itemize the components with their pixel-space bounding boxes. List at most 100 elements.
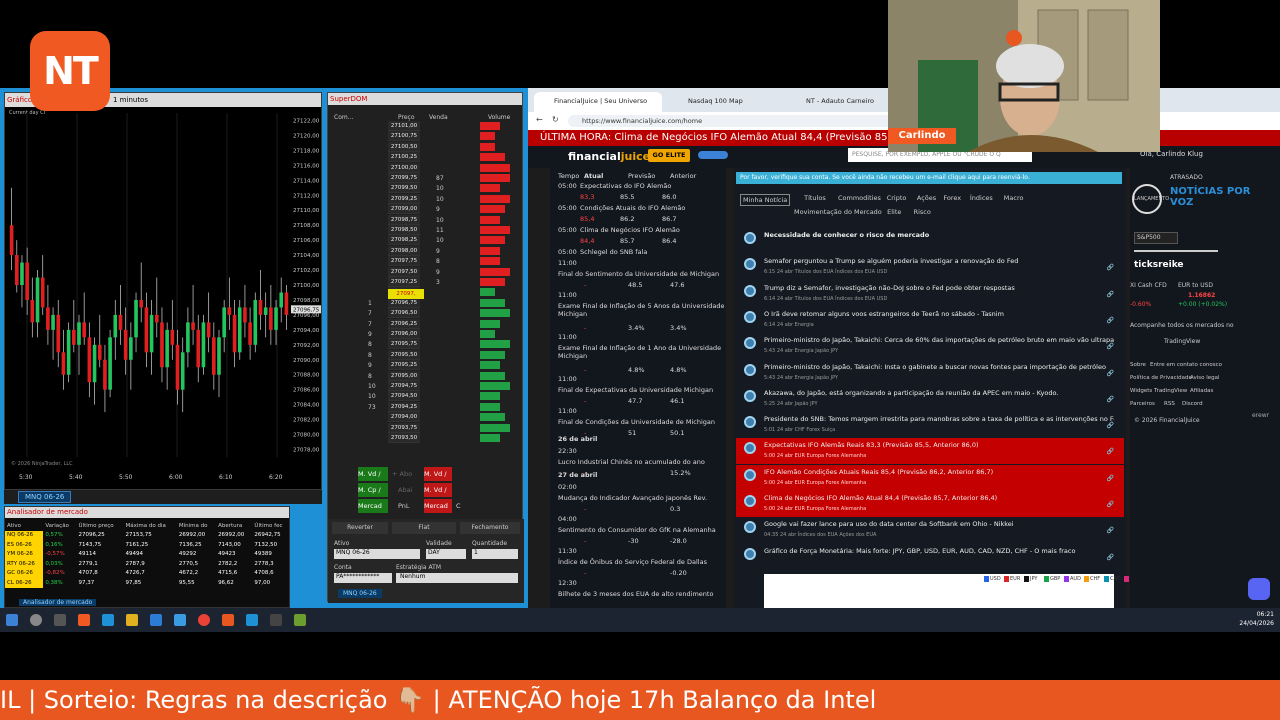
dom-sell-cell[interactable]: 9 [436,206,440,213]
verify-account-banner[interactable]: Por favor, verifique sua conta. Se você … [736,172,1122,184]
news-title[interactable]: Gráfico de Força Monetária: Mais forte: … [764,547,1114,555]
analyzer-header[interactable]: Variação [43,521,76,531]
news-item[interactable]: Google vai fazer lance para uso do data … [736,517,1124,543]
dom-price-cell[interactable]: 27098,75 [388,214,420,225]
link-icon[interactable]: 🔗 [1107,317,1114,324]
dom-buy-cell[interactable]: 1 [368,300,372,307]
dom-sell-cell[interactable]: 9 [436,248,440,255]
dom-sell-cell[interactable]: 10 [436,185,444,192]
dom-price-cell[interactable]: 27097,75 [388,256,420,267]
news-tab[interactable]: Ações [917,194,936,202]
news-tab[interactable]: Movimentação do Mercado [794,208,882,216]
store-icon[interactable] [174,614,186,626]
link-icon[interactable]: 🔗 [1107,448,1114,455]
news-tab[interactable]: Minha Notícia [740,194,791,206]
symbol-select[interactable]: S&P500 [1134,232,1178,244]
analyzer-header[interactable]: Último fec [252,521,291,531]
analyzer-header[interactable]: Último preço [77,521,124,531]
analyzer-tab[interactable]: Analisador de mercado [19,599,97,606]
analyzer-header[interactable]: Máxima do dia [124,521,177,531]
mail-icon[interactable] [150,614,162,626]
analyzer-row[interactable]: RTY 06-26 0,03% 2779,1 2787,9 2770,5 2782,2 27… [5,559,291,569]
link-icon[interactable]: 🔗 [1107,422,1114,429]
financialjuice-logo[interactable]: financialjuice [568,150,650,163]
link-icon[interactable]: 🔗 [1107,370,1114,377]
qty-input[interactable]: 1 [472,549,518,559]
folder-icon[interactable] [126,614,138,626]
news-title[interactable]: IFO Alemão Condições Atuais Reais 85,4 (… [764,468,1114,476]
close-button[interactable]: Fechamento [460,522,520,534]
dom-price-cell[interactable]: 27100,50 [388,141,420,152]
discord-icon[interactable] [1248,578,1270,600]
dom-price-cell[interactable]: 27096,50 [388,308,420,319]
news-title[interactable]: Clima de Negócios IFO Alemão Atual 84,4 … [764,494,1114,502]
market-buy-button[interactable]: M. Cp / [358,483,388,497]
dom-buy-cell[interactable]: 73 [368,404,376,411]
dom-price-cell[interactable]: 27101,00 [388,121,420,131]
dom-sell-cell[interactable]: 10 [436,237,444,244]
link-icon[interactable]: 🔗 [1107,264,1114,271]
cal-event-name[interactable]: Exame Final de Inflação de 1 Ano da Univ… [558,344,728,360]
news-item[interactable]: Expectativas IFO Alemãs Reais 83,3 (Prev… [736,438,1124,465]
news-title[interactable]: Necessidade de conhecer o risco de merca… [764,231,1114,239]
news-item[interactable]: Necessidade de conhecer o risco de merca… [736,228,1124,254]
dom-price-cell[interactable]: 27098,50 [388,225,420,235]
market-sell-button-3[interactable]: M. Vd / [424,483,452,497]
analyzer-header[interactable]: Ativo [5,521,43,531]
news-tab[interactable]: Macro [1004,194,1024,202]
news-item[interactable]: Primeiro-ministro do Japão, Takaichi: In… [736,360,1124,386]
dom-price-cell[interactable]: 27100,00 [388,162,420,173]
news-item[interactable]: Clima de Negócios IFO Alemão Atual 84,4 … [736,491,1124,517]
dom-sell-cell[interactable]: 8 [436,258,440,265]
dom-price-cell[interactable]: 27094,00 [388,412,420,423]
market-button[interactable]: Mercad [358,499,388,513]
cal-event-name[interactable]: Sentimento do Consumidor do GfK na Alema… [558,526,728,534]
ativo-select[interactable]: MNQ 06-26 [334,549,420,559]
dom-price-cell[interactable]: 27097,25 [388,277,420,287]
news-title[interactable]: Google vai fazer lance para uso do data … [764,520,1114,528]
news-title[interactable]: Primeiro-ministro do Japão, Takaichi: Ce… [764,336,1114,344]
link-icon[interactable]: 🔗 [1107,475,1114,482]
dom-price-cell[interactable]: 27094,25 [388,401,420,412]
footer-link[interactable]: Sobre [1130,362,1146,368]
back-icon[interactable]: ← [536,115,543,124]
chrome-icon[interactable] [198,614,210,626]
dom-price-cell[interactable]: 27095,00 [388,370,420,381]
footer-link[interactable]: Aviso legal [1190,375,1220,381]
candlestick-chart[interactable]: 27122,00 27120,00 27118,00 27116,00 27114,00… [5,107,321,487]
analyzer-header[interactable]: Abertura [216,521,252,531]
voice-news-title[interactable]: NOTÍCIAS POR VOZ [1170,186,1270,208]
analyzer-row[interactable]: YM 06-26 -0,57% 49114 49494 49292 49423 49389 [5,549,291,559]
dom-price-cell[interactable]: 27098,00 [388,245,420,256]
link-icon[interactable]: 🔗 [1107,343,1114,350]
dom-buy-cell[interactable]: 8 [368,352,372,359]
cal-event-name[interactable]: Expectativas do IFO Alemão [580,182,720,190]
cal-event-name[interactable]: Final de Condições da Universidade de Mi… [558,418,728,426]
browser-tab-nasdaq[interactable]: Nasdaq 100 Map [668,92,778,112]
dom-buy-cell[interactable]: 8 [368,341,372,348]
news-item[interactable]: Gráfico de Força Monetária: Mais forte: … [736,544,1124,570]
footer-link[interactable]: Política de Privacidade [1130,375,1192,381]
news-item[interactable]: Primeiro-ministro do Japão, Takaichi: Ce… [736,333,1124,359]
browser-tab-nt[interactable]: NT - Adauto Carneiro [786,92,896,112]
news-tab[interactable]: Forex [943,194,961,202]
footer-link[interactable]: Parceiros [1130,401,1155,407]
dom-price-cell[interactable]: 27095,75 [388,339,420,350]
above-button[interactable]: + Abo [392,467,422,481]
news-title[interactable]: Primeiro-ministro do Japão, Takaichi: In… [764,363,1114,371]
analyzer-row[interactable]: CL 06-26 0,38% 97,37 97,85 95,55 96,62 97,00 [5,578,291,588]
dom-buy-cell[interactable]: 7 [368,310,372,317]
news-tab[interactable]: Índices [970,194,993,202]
dom-sell-cell[interactable]: 3 [436,279,440,286]
clock-date[interactable]: 24/04/2026 [1230,620,1274,627]
dom-price-cell[interactable]: 27093,50 [388,433,420,443]
news-item[interactable]: Presidente do SNB: Temos margem irrestri… [736,412,1124,438]
cal-event-name[interactable]: Schlegel do SNB fala [580,248,720,256]
timeframe-select[interactable]: 1 minutos [113,93,148,107]
flat-button[interactable]: Flat [392,522,456,534]
dom-sell-cell[interactable]: 11 [436,227,444,234]
dom-sell-cell[interactable]: 87 [436,175,444,182]
edge-icon[interactable] [102,614,114,626]
dom-price-cell[interactable]: 27099,50 [388,183,420,194]
dom-price-cell[interactable]: 27095,25 [388,360,420,371]
